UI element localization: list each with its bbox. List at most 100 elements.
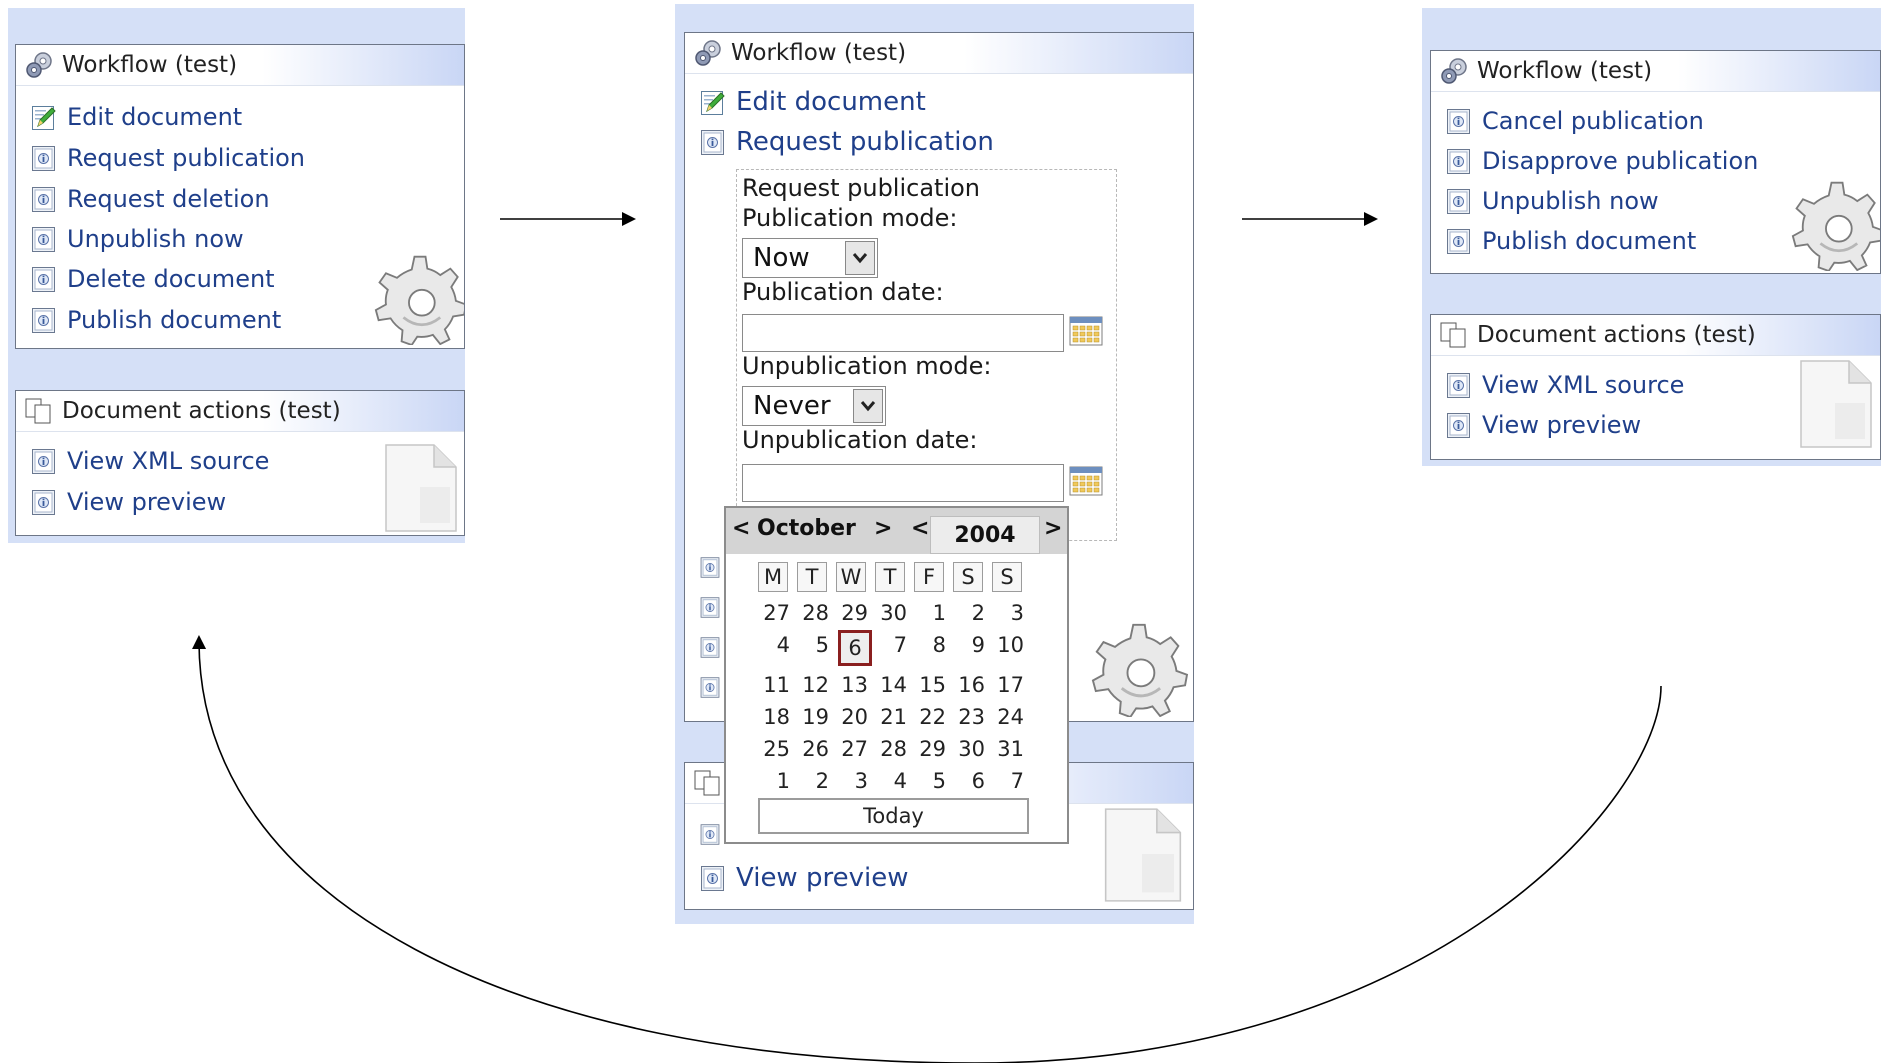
calendar-day[interactable]: 22 — [914, 702, 946, 732]
request-publication-link[interactable]: Request publication — [30, 144, 305, 172]
view-xml-source-link[interactable]: View XML source — [30, 447, 269, 475]
unpublication-mode-select[interactable]: Never — [742, 386, 886, 426]
publication-mode-select[interactable]: Now — [742, 238, 878, 278]
info-document-icon — [1445, 372, 1472, 399]
publication-date-input[interactable] — [742, 314, 1064, 352]
unpublication-mode-value: Never — [753, 391, 831, 421]
unpublish-now-link[interactable]: Unpublish now — [30, 225, 244, 253]
delete-document-label: Delete document — [67, 265, 275, 293]
calendar-month-label: October — [757, 516, 856, 541]
calendar-day[interactable]: 5 — [797, 630, 829, 660]
calendar-weekday-header: T — [797, 562, 827, 592]
calendar-day[interactable]: 24 — [992, 702, 1024, 732]
calendar-day[interactable]: 3 — [992, 598, 1024, 628]
view-xml-source-label: View XML source — [67, 447, 270, 475]
calendar-weekday-header: M — [758, 562, 788, 592]
calendar-day[interactable]: 20 — [836, 702, 868, 732]
calendar-day[interactable]: 29 — [914, 734, 946, 764]
calendar-icon[interactable] — [1069, 466, 1103, 496]
unpublication-mode-label: Unpublication mode: — [742, 352, 992, 380]
calendar-day[interactable]: 11 — [758, 670, 790, 700]
calendar-day[interactable]: 6 — [953, 766, 985, 796]
info-document-icon — [699, 594, 721, 621]
info-document-icon — [1445, 148, 1472, 175]
calendar-day[interactable]: 30 — [875, 598, 907, 628]
calendar-day[interactable]: 5 — [914, 766, 946, 796]
workflow-box-header: Workflow (test) — [16, 45, 464, 86]
calendar-day[interactable]: 3 — [836, 766, 868, 796]
view-preview-link[interactable]: View preview — [30, 488, 226, 516]
workflow-box: Workflow (test) Edit document Request pu… — [15, 44, 465, 349]
calendar-day[interactable]: 1 — [914, 598, 946, 628]
calendar-selected-day[interactable]: 6 — [838, 630, 872, 666]
calendar-day[interactable]: 27 — [758, 598, 790, 628]
info-document-icon — [699, 634, 721, 661]
calendar-next-month-button[interactable]: > — [874, 516, 892, 541]
disapprove-publication-label: Disapprove publication — [1482, 147, 1759, 175]
calendar-day[interactable]: 28 — [797, 598, 829, 628]
calendar-day[interactable]: 12 — [797, 670, 829, 700]
document-actions-header: Document actions (test) — [16, 391, 464, 432]
calendar-day[interactable]: 4 — [758, 630, 790, 660]
calendar-day[interactable]: 9 — [953, 630, 985, 660]
calendar-icon[interactable] — [1069, 316, 1103, 346]
calendar-day[interactable]: 23 — [953, 702, 985, 732]
cancel-publication-link[interactable]: Cancel publication — [1445, 107, 1704, 135]
delete-document-link[interactable]: Delete document — [30, 265, 275, 293]
blank-page-icon — [1799, 359, 1873, 449]
calendar-weekday-header: T — [875, 562, 905, 592]
chevron-down-icon[interactable] — [845, 241, 875, 275]
view-preview-link[interactable]: View preview — [1445, 411, 1641, 439]
calendar-prev-month-button[interactable]: < — [732, 516, 750, 541]
publish-document-link[interactable]: Publish document — [1445, 227, 1696, 255]
calendar-day[interactable]: 2 — [797, 766, 829, 796]
request-deletion-label: Request deletion — [67, 185, 270, 213]
calendar-day[interactable]: 31 — [992, 734, 1024, 764]
calendar-day[interactable]: 30 — [953, 734, 985, 764]
calendar-prev-year-button[interactable]: < — [911, 516, 929, 541]
calendar-day[interactable]: 16 — [953, 670, 985, 700]
calendar-day[interactable]: 4 — [875, 766, 907, 796]
calendar-day[interactable]: 18 — [758, 702, 790, 732]
publish-document-link[interactable]: Publish document — [30, 306, 281, 334]
view-preview-label: View preview — [1482, 411, 1642, 439]
calendar-day[interactable]: 7 — [992, 766, 1024, 796]
unpublication-date-input[interactable] — [742, 464, 1064, 502]
request-publication-label: Request publication — [67, 144, 306, 172]
calendar-day[interactable]: 2 — [953, 598, 985, 628]
calendar-day[interactable]: 27 — [836, 734, 868, 764]
chevron-down-icon[interactable] — [853, 389, 883, 423]
calendar-day[interactable]: 17 — [992, 670, 1024, 700]
calendar-day[interactable]: 8 — [914, 630, 946, 660]
workflow-box: Workflow (test) Cancel publication Disap… — [1430, 50, 1881, 274]
request-deletion-link[interactable]: Request deletion — [30, 185, 270, 213]
view-preview-link[interactable]: View preview — [699, 863, 908, 893]
cancel-publication-label: Cancel publication — [1482, 107, 1704, 135]
calendar-day[interactable]: 21 — [875, 702, 907, 732]
calendar-day[interactable]: 14 — [875, 670, 907, 700]
unpublish-now-link[interactable]: Unpublish now — [1445, 187, 1659, 215]
calendar-today-label: Today — [863, 804, 924, 828]
panel-pending-approval-state: Workflow (test) Cancel publication Disap… — [1422, 8, 1881, 466]
edit-document-link[interactable]: Edit document — [30, 103, 242, 131]
publication-mode-value: Now — [753, 243, 810, 273]
calendar-day[interactable]: 13 — [836, 670, 868, 700]
calendar-day[interactable]: 10 — [992, 630, 1024, 660]
calendar-day[interactable]: 1 — [758, 766, 790, 796]
info-document-icon — [699, 129, 726, 156]
calendar-day[interactable]: 29 — [836, 598, 868, 628]
disapprove-publication-link[interactable]: Disapprove publication — [1445, 147, 1758, 175]
calendar-day[interactable]: 15 — [914, 670, 946, 700]
calendar-day[interactable]: 26 — [797, 734, 829, 764]
unpublication-date-label: Unpublication date: — [742, 426, 978, 454]
request-publication-link[interactable]: Request publication — [699, 127, 994, 157]
calendar-next-year-button[interactable]: > — [1044, 516, 1062, 541]
calendar-day[interactable]: 25 — [758, 734, 790, 764]
calendar-day[interactable]: 19 — [797, 702, 829, 732]
calendar-day[interactable]: 28 — [875, 734, 907, 764]
edit-document-link[interactable]: Edit document — [699, 87, 926, 117]
document-actions-box: Document actions (test) View XML source … — [15, 390, 465, 536]
calendar-today-button[interactable]: Today — [758, 798, 1029, 834]
calendar-day[interactable]: 7 — [875, 630, 907, 660]
view-xml-source-link[interactable]: View XML source — [1445, 371, 1684, 399]
